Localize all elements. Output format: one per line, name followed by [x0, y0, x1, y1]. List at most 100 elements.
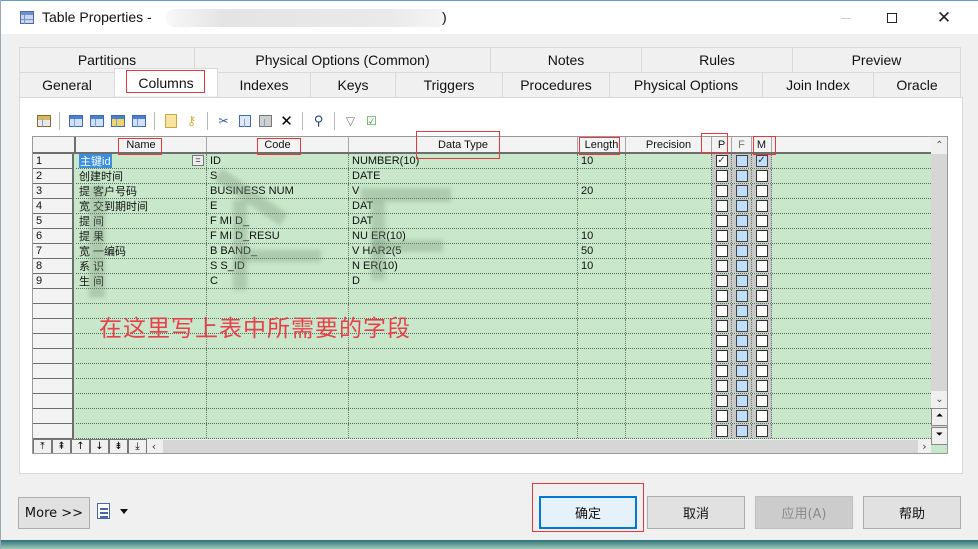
mandatory-checkbox[interactable]: [755, 395, 768, 407]
primary-checkbox[interactable]: [715, 350, 728, 362]
cell-precision[interactable]: [626, 244, 712, 258]
move-up-icon[interactable]: ↑: [71, 439, 90, 453]
table-row[interactable]: 主键id = ID NUMBER(10) 10 ✓ ✓: [76, 154, 931, 169]
cell-length[interactable]: [578, 274, 626, 288]
cell-code[interactable]: [207, 364, 349, 378]
cell-length[interactable]: 10: [578, 229, 626, 243]
mandatory-checkbox[interactable]: ✓: [755, 155, 768, 167]
vertical-scrollbar[interactable]: ⌃ ⌄ ⏶ ⏷: [931, 137, 947, 445]
cell-data-type[interactable]: [349, 424, 578, 438]
mandatory-checkbox[interactable]: [755, 320, 768, 332]
row-number[interactable]: [33, 424, 72, 439]
cell-precision[interactable]: [626, 184, 712, 198]
cell-code[interactable]: [207, 379, 349, 393]
mandatory-checkbox[interactable]: [755, 410, 768, 422]
cell-length[interactable]: 20: [578, 184, 626, 198]
primary-checkbox[interactable]: [715, 305, 728, 317]
mandatory-checkbox[interactable]: [755, 260, 768, 272]
header-mandatory[interactable]: M: [752, 137, 772, 152]
cell-precision[interactable]: [626, 409, 712, 423]
cell-data-type[interactable]: [349, 379, 578, 393]
foreign-checkbox[interactable]: [735, 155, 748, 167]
cell-length[interactable]: [578, 379, 626, 393]
cell-precision[interactable]: [626, 259, 712, 273]
cell-name[interactable]: [76, 364, 207, 378]
primary-checkbox[interactable]: [715, 230, 728, 242]
tab-physical-options-common[interactable]: Physical Options (Common): [194, 47, 491, 72]
cell-data-type[interactable]: NUMBER(10): [349, 154, 578, 168]
row-number[interactable]: 4: [33, 199, 72, 214]
mandatory-checkbox[interactable]: [755, 425, 768, 437]
cell-data-type[interactable]: [349, 364, 578, 378]
more-button[interactable]: More >>: [18, 497, 90, 529]
cell-name[interactable]: [76, 379, 207, 393]
cut-icon[interactable]: ✂: [214, 112, 233, 131]
scroll-left-icon[interactable]: ‹: [146, 439, 162, 453]
header-code[interactable]: Code: [207, 137, 349, 152]
cell-code[interactable]: [207, 349, 349, 363]
mandatory-checkbox[interactable]: [755, 215, 768, 227]
table-row[interactable]: 生 间CD: [76, 274, 931, 289]
foreign-checkbox[interactable]: [735, 200, 748, 212]
row-number[interactable]: [33, 289, 72, 304]
move-down-icon[interactable]: ↓: [90, 439, 109, 453]
horizontal-scrollbar[interactable]: [163, 440, 918, 453]
scroll-up-icon[interactable]: ⌃: [931, 137, 947, 154]
move-bottom-icon[interactable]: ⤓: [128, 439, 147, 453]
header-precision[interactable]: Precision: [626, 137, 712, 152]
primary-checkbox[interactable]: [715, 275, 728, 287]
cell-length[interactable]: [578, 289, 626, 303]
cell-code[interactable]: ID: [207, 154, 349, 168]
cell-length[interactable]: [578, 394, 626, 408]
insert-row-icon[interactable]: [66, 112, 85, 131]
add-columns-icon[interactable]: [108, 112, 127, 131]
foreign-checkbox[interactable]: [735, 290, 748, 302]
primary-checkbox[interactable]: [715, 395, 728, 407]
row-number[interactable]: [33, 364, 72, 379]
primary-checkbox[interactable]: [715, 170, 728, 182]
foreign-checkbox[interactable]: [735, 350, 748, 362]
tab-columns[interactable]: Columns: [114, 68, 218, 96]
row-number[interactable]: 5: [33, 214, 72, 229]
cell-data-type[interactable]: [349, 394, 578, 408]
row-number[interactable]: 8: [33, 259, 72, 274]
cell-length[interactable]: [578, 169, 626, 183]
cell-length[interactable]: [578, 424, 626, 438]
row-number[interactable]: [33, 379, 72, 394]
cell-name[interactable]: [76, 349, 207, 363]
cell-precision[interactable]: [626, 169, 712, 183]
row-number[interactable]: [33, 319, 72, 334]
cell-code[interactable]: [207, 394, 349, 408]
cell-name[interactable]: 创建时间: [76, 169, 207, 183]
row-number[interactable]: 3: [33, 184, 72, 199]
mandatory-checkbox[interactable]: [755, 185, 768, 197]
mandatory-checkbox[interactable]: [755, 335, 768, 347]
cell-precision[interactable]: [626, 334, 712, 348]
cell-length[interactable]: 10: [578, 259, 626, 273]
cell-precision[interactable]: [626, 319, 712, 333]
cell-code[interactable]: F MI D_RESU: [207, 229, 349, 243]
table-row[interactable]: [76, 364, 931, 379]
foreign-checkbox[interactable]: [735, 410, 748, 422]
help-button[interactable]: 帮助: [863, 496, 961, 529]
dropdown-arrow-icon[interactable]: [120, 509, 128, 514]
mandatory-checkbox[interactable]: [755, 380, 768, 392]
cell-length[interactable]: [578, 334, 626, 348]
foreign-checkbox[interactable]: [735, 335, 748, 347]
header-length[interactable]: Length: [578, 137, 626, 152]
scroll-to-top-icon[interactable]: ⏶: [931, 408, 947, 426]
mandatory-checkbox[interactable]: [755, 290, 768, 302]
tab-oracle[interactable]: Oracle: [873, 72, 961, 97]
foreign-checkbox[interactable]: [735, 170, 748, 182]
primary-checkbox[interactable]: [715, 260, 728, 272]
primary-checkbox[interactable]: [715, 365, 728, 377]
cell-name[interactable]: [76, 394, 207, 408]
tab-indexes[interactable]: Indexes: [217, 72, 311, 97]
header-primary[interactable]: P: [712, 137, 732, 152]
tab-physical-options[interactable]: Physical Options: [609, 72, 763, 97]
mandatory-checkbox[interactable]: [755, 245, 768, 257]
row-number[interactable]: 1: [33, 154, 72, 169]
cell-code[interactable]: C: [207, 274, 349, 288]
foreign-checkbox[interactable]: [735, 260, 748, 272]
maximize-button[interactable]: [869, 1, 915, 35]
